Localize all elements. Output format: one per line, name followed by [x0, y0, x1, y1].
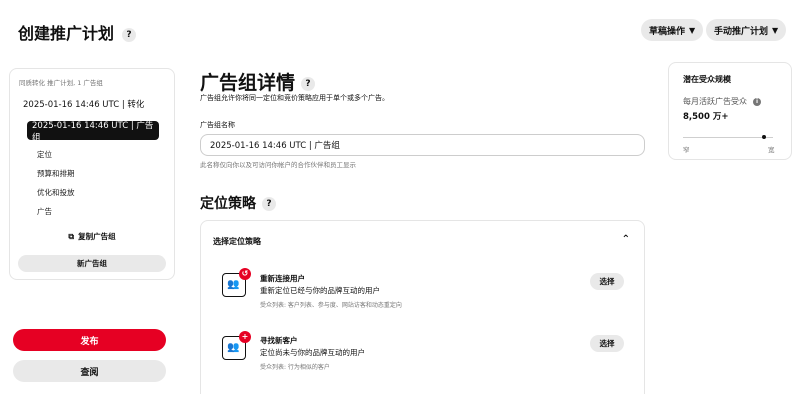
ad-group-name-hint: 此名称仅向你以及可访问你帐户的合作伙伴和员工显示: [200, 161, 356, 169]
people-icon: 👥: [227, 279, 240, 290]
sidebar-item-optimization[interactable]: 优化和投放: [37, 187, 75, 198]
breadcrumb: 同质转化 推广计划, 1 广告组: [19, 79, 103, 87]
draft-actions-button[interactable]: 草稿操作 ▼: [641, 19, 704, 41]
duplicate-ad-group-button[interactable]: ⧉ 复制广告组: [10, 231, 174, 242]
ad-group-details-text: 广告组详情: [200, 72, 296, 94]
duplicate-label: 复制广告组: [78, 232, 116, 241]
strategy-audience-list: 受众列表: 客户列表、参与度、网站访客和动态重定向: [260, 302, 402, 309]
strategy-description: 定位尚未与你的品牌互动的用户: [260, 348, 365, 357]
targeting-title: 定位策略?: [200, 193, 276, 213]
sidebar-item-targeting[interactable]: 定位: [37, 149, 52, 160]
help-icon[interactable]: ?: [122, 27, 137, 42]
select-new-customers-button[interactable]: 选择: [590, 335, 624, 352]
audience-size-card: 潜在受众规模 每月活跃广告受众 i 8,500 万+ 窄 宽: [668, 62, 792, 160]
ad-group-description: 广告组允许你将同一定位和竞价策略应用于单个或多个广告。: [200, 94, 389, 102]
targeting-card-title: 选择定位策略: [213, 237, 261, 246]
campaign-structure-panel: 同质转化 推广计划, 1 广告组 2025-01-16 14:46 UTC | …: [9, 68, 175, 280]
refresh-badge-icon: ↺: [239, 268, 251, 280]
audience-meter-track: [683, 137, 773, 138]
chevron-down-icon: ▼: [772, 25, 779, 35]
audience-size-title: 潜在受众规模: [683, 75, 731, 84]
strategy-title: 重新连接用户: [260, 274, 305, 283]
info-icon[interactable]: i: [753, 97, 761, 106]
ad-group-name-label: 广告组名称: [200, 121, 235, 129]
targeting-strategy-card: 选择定位策略 ⌃ 👥 ↺ 重新连接用户 重新定位已经与你的品牌互动的用户 受众列…: [200, 220, 645, 394]
ad-group-label: 2025-01-16 14:46 UTC | 广告组: [32, 120, 154, 143]
monthly-audience-label: 每月活跃广告受众 i: [683, 96, 761, 107]
audience-value: 8,500 万+: [683, 112, 729, 122]
publish-button[interactable]: 发布: [13, 329, 166, 351]
page-title-text: 创建推广计划: [18, 24, 115, 43]
draft-actions-label: 草稿操作: [649, 26, 686, 37]
people-icon: 👥: [227, 342, 240, 353]
audience-meter-marker: [762, 135, 766, 139]
monthly-audience-text: 每月活跃广告受众: [683, 97, 747, 106]
find-new-customers-icon: 👥 +: [222, 331, 251, 360]
strategy-title: 寻找新客户: [260, 336, 298, 345]
sidebar-item-budget[interactable]: 预算和排期: [37, 168, 75, 179]
copy-icon: ⧉: [68, 232, 75, 241]
sidebar-item-ads[interactable]: 广告: [37, 206, 52, 217]
audience-min-label: 窄: [683, 146, 690, 154]
audience-max-label: 宽: [768, 146, 775, 154]
ad-group-name-input[interactable]: [200, 134, 645, 156]
reconnect-users-icon: 👥 ↺: [222, 268, 251, 297]
targeting-title-text: 定位策略: [200, 196, 256, 212]
select-reconnect-button[interactable]: 选择: [590, 273, 624, 290]
chevron-up-icon[interactable]: ⌃: [622, 234, 630, 245]
plus-badge-icon: +: [239, 331, 251, 343]
review-button[interactable]: 查阅: [13, 360, 166, 382]
new-ad-group-button[interactable]: 新广告组: [18, 255, 166, 272]
ad-group-details-title: 广告组详情?: [200, 68, 316, 95]
sidebar-item-ad-group[interactable]: 2025-01-16 14:46 UTC | 广告组: [27, 120, 159, 143]
sidebar-item-campaign[interactable]: 2025-01-16 14:46 UTC | 转化: [23, 98, 144, 110]
chevron-down-icon: ▼: [689, 25, 696, 35]
manual-campaign-label: 手动推广计划: [714, 26, 769, 37]
strategy-description: 重新定位已经与你的品牌互动的用户: [260, 286, 380, 295]
manual-campaign-button[interactable]: 手动推广计划 ▼: [706, 19, 787, 41]
help-icon[interactable]: ?: [262, 197, 276, 211]
help-icon[interactable]: ?: [301, 76, 316, 91]
page-title: 创建推广计划?: [18, 20, 137, 44]
strategy-audience-list: 受众列表: 行为相似的客户: [260, 364, 330, 371]
